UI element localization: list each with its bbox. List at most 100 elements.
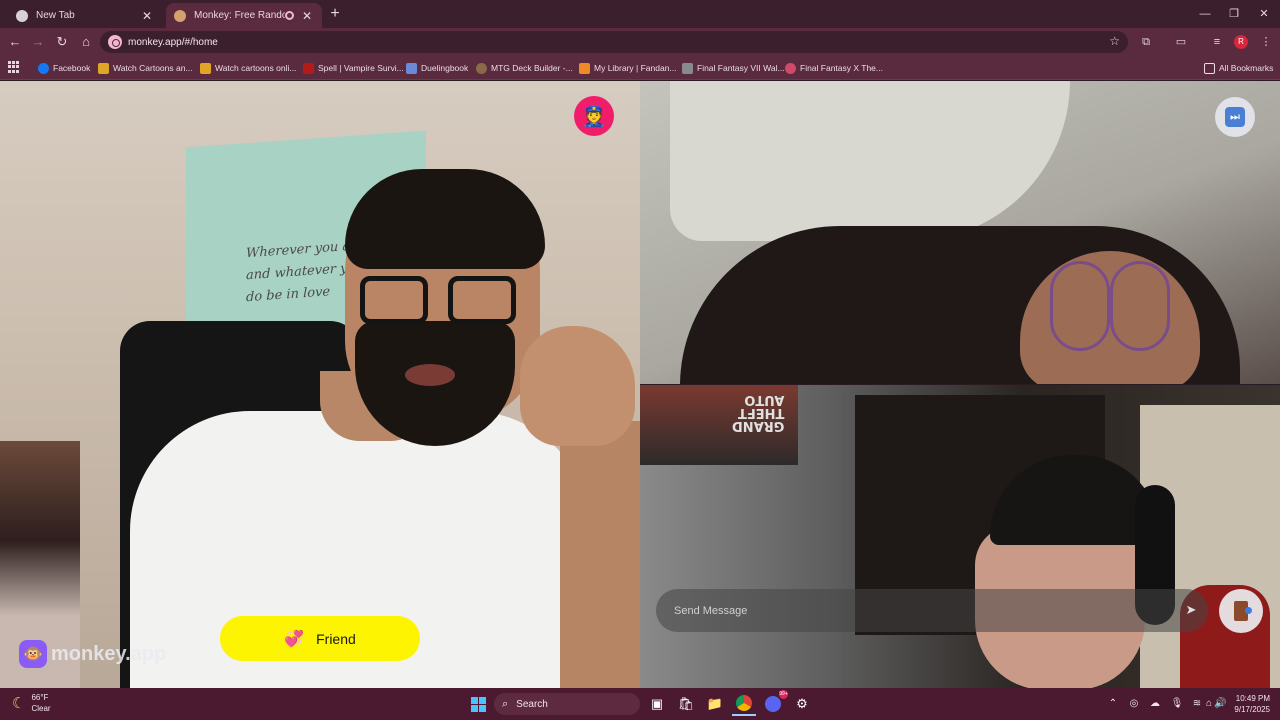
volume-icon[interactable]: 🔊	[1214, 695, 1226, 713]
address-bar[interactable]: monkey.app/#/home ☆	[100, 31, 1128, 53]
taskbar-search[interactable]: ⌕ Search	[494, 693, 640, 715]
monkey-favicon-icon	[174, 9, 186, 22]
discord-app[interactable]: 99+	[761, 690, 788, 716]
close-tab-icon[interactable]: ✕	[300, 9, 314, 23]
weather-widget[interactable]: ☾ 66°F Clear	[12, 692, 51, 714]
tab-title: New Tab	[36, 10, 75, 21]
forward-button[interactable]: →	[29, 33, 47, 51]
vampire-icon	[303, 62, 314, 74]
url-text[interactable]: monkey.app/#/home	[128, 37, 218, 48]
all-bookmarks-button[interactable]: All Bookmarks	[1204, 60, 1273, 76]
restore-button[interactable]: ❐	[1219, 4, 1249, 24]
microphone-icon[interactable]: 🎙	[1170, 695, 1184, 713]
bookmark-ff7[interactable]: Final Fantasy VII Wal...	[682, 60, 785, 76]
remote-video-2: GRAND THEFT AUTO	[640, 385, 1280, 688]
friend-button-label: Friend	[316, 630, 356, 647]
bookmark-watch-cartoons-1[interactable]: Watch Cartoons an...	[98, 60, 193, 76]
apps-grid-icon[interactable]	[8, 61, 20, 73]
glasses-right	[1110, 261, 1170, 351]
minimize-button[interactable]: —	[1190, 4, 1220, 24]
new-tab-button[interactable]: +	[326, 5, 344, 23]
bookmark-mtg-deck-builder[interactable]: MTG Deck Builder -...	[476, 60, 573, 76]
send-icon[interactable]: ➤	[1182, 601, 1200, 619]
poster-art: GRAND THEFT AUTO	[732, 392, 785, 433]
fast-forward-icon: ⏭	[1225, 107, 1245, 127]
leave-button[interactable]	[1219, 589, 1263, 633]
steam-app[interactable]: ⚙	[790, 692, 814, 716]
bookmark-duelingbook[interactable]: Duelingbook	[406, 60, 468, 76]
folder-icon	[1204, 62, 1215, 74]
police-officer-icon: 👮	[581, 105, 607, 128]
bookmark-vampire-survivors[interactable]: Spell | Vampire Survi...	[303, 60, 404, 76]
heart-icon: 💞	[284, 630, 305, 648]
bookmark-watch-cartoons-2[interactable]: Watch cartoons onli...	[200, 60, 296, 76]
bookmark-facebook[interactable]: Facebook	[38, 60, 90, 76]
wifi-icon[interactable]: ≋	[1190, 695, 1204, 713]
folder-icon	[98, 62, 109, 74]
bookmark-label: Spell | Vampire Survi...	[318, 63, 404, 73]
site-info-icon[interactable]	[108, 35, 122, 49]
duelingbook-icon	[406, 62, 417, 74]
bookmark-label: Final Fantasy VII Wal...	[697, 63, 785, 73]
glasses-left	[1050, 261, 1110, 351]
glasses-left	[360, 276, 428, 324]
bookmark-label: Duelingbook	[421, 63, 469, 73]
send-message-input[interactable]	[674, 601, 1154, 621]
glasses-right	[448, 276, 516, 324]
home-button[interactable]: ⌂	[77, 33, 95, 51]
close-tab-icon[interactable]: ✕	[140, 9, 154, 23]
bookmark-label: Facebook	[53, 63, 91, 73]
extensions-icon[interactable]: ⧉	[1138, 34, 1154, 50]
system-clock[interactable]: 10:49 PM 9/17/2025	[1226, 693, 1270, 715]
discord-tray-icon[interactable]: ◎	[1127, 695, 1141, 713]
reload-button[interactable]: ↻	[53, 33, 71, 51]
bookmark-label: My Library | Fandan...	[594, 63, 677, 73]
tray-overflow-icon[interactable]: ⌃	[1106, 695, 1120, 713]
fandango-icon	[579, 62, 590, 74]
gta-poster: GRAND THEFT AUTO	[640, 385, 798, 465]
menu-icon[interactable]: ⋮	[1258, 34, 1274, 50]
facebook-icon	[38, 62, 49, 74]
tab-title: Monkey: Free Random Vide	[194, 10, 285, 21]
weather-temp: 66°F	[31, 693, 49, 702]
start-button[interactable]	[466, 692, 490, 716]
network-icon[interactable]: ⌂	[1204, 695, 1214, 713]
bookmark-ffx[interactable]: Final Fantasy X The...	[785, 60, 883, 76]
cast-icon[interactable]: ▭	[1173, 34, 1189, 50]
tab-new-tab[interactable]: New Tab ✕	[8, 3, 162, 28]
bookmark-label: Watch Cartoons an...	[113, 63, 193, 73]
store-app[interactable]: 🛍	[674, 692, 698, 716]
friend-button[interactable]: 💞 Friend	[220, 616, 420, 661]
person-mouth	[405, 364, 455, 386]
search-label: Search	[516, 698, 548, 710]
local-video: Wherever you are and whatever you do be …	[0, 81, 640, 688]
profile-avatar[interactable]: R	[1234, 35, 1248, 49]
moon-icon: ☾	[12, 695, 26, 712]
bookmark-fandango-library[interactable]: My Library | Fandan...	[579, 60, 677, 76]
pillow	[670, 81, 1070, 241]
chrome-icon	[16, 9, 28, 22]
bookmark-label: Watch cartoons onli...	[215, 63, 297, 73]
report-button[interactable]: 👮	[574, 96, 614, 136]
windows-logo-icon	[470, 696, 486, 712]
skip-button[interactable]: ⏭	[1215, 97, 1255, 137]
tab-monkey[interactable]: Monkey: Free Random Vide ✕	[166, 3, 322, 28]
back-button[interactable]: ←	[6, 33, 24, 51]
audio-playing-icon[interactable]	[285, 11, 294, 20]
cloud-tray-icon[interactable]: ☁	[1148, 695, 1162, 713]
bookmark-label: All Bookmarks	[1219, 63, 1274, 73]
tab-strip: New Tab ✕ Monkey: Free Random Vide ✕ + —…	[0, 0, 1280, 28]
ffx-icon	[785, 62, 796, 74]
bookmark-star-icon[interactable]: ☆	[1109, 34, 1120, 48]
person-hand	[520, 326, 635, 446]
file-explorer-app[interactable]: 📁	[703, 692, 727, 716]
chrome-app[interactable]	[732, 692, 756, 716]
task-view-button[interactable]: ▣	[645, 692, 669, 716]
windows-taskbar: ☾ 66°F Clear ⌕ Search ▣ 🛍 📁 99+ ⚙ ⌃ ◎ ☁ …	[0, 688, 1280, 720]
bookmarks-bar: Facebook Watch Cartoons an... Watch cart…	[0, 56, 1280, 80]
person-arm	[560, 421, 640, 688]
notification-badge: 99+	[779, 690, 788, 699]
close-window-button[interactable]: ✕	[1249, 4, 1279, 24]
reading-list-icon[interactable]: ≡	[1209, 34, 1225, 50]
browser-toolbar: ← → ↻ ⌂ monkey.app/#/home ☆ ⧉ ▭ ≡ ⋮	[0, 28, 1280, 56]
